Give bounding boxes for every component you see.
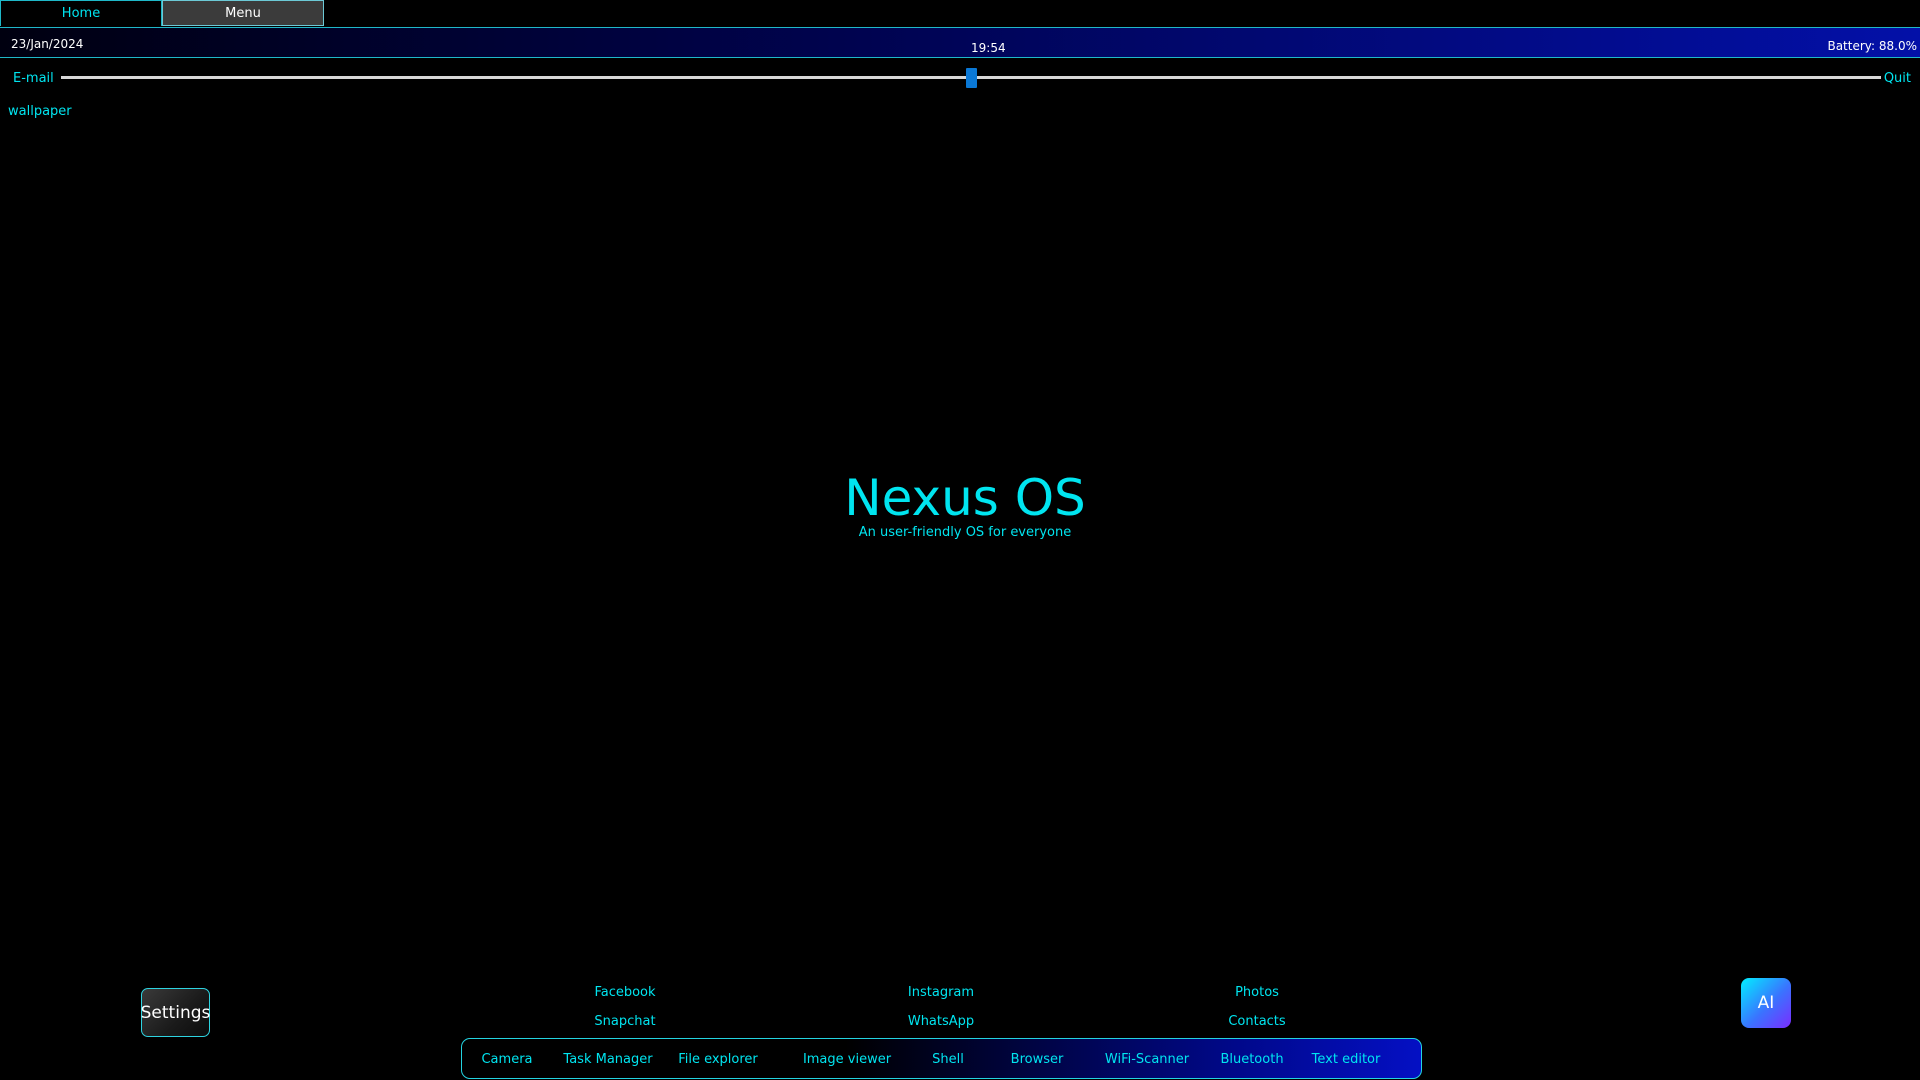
status-time: 19:54 <box>971 41 1006 55</box>
dock-item-browser[interactable]: Browser <box>1011 1052 1064 1067</box>
app-dock: Camera Task Manager File explorer Image … <box>461 1038 1422 1079</box>
snapchat-link[interactable]: Snapchat <box>594 1014 655 1029</box>
dock-item-text-editor[interactable]: Text editor <box>1312 1052 1381 1067</box>
os-subtitle: An user-friendly OS for everyone <box>858 525 1072 540</box>
dock-item-task-manager[interactable]: Task Manager <box>563 1052 652 1067</box>
dock-item-bluetooth[interactable]: Bluetooth <box>1220 1052 1283 1067</box>
desktop-screen: Home Menu 23/Jan/2024 19:54 Battery: 88.… <box>0 0 1920 1080</box>
wallpaper-link[interactable]: wallpaper <box>8 104 72 119</box>
facebook-link[interactable]: Facebook <box>594 985 655 1000</box>
quit-link[interactable]: Quit <box>1884 71 1911 86</box>
instagram-link[interactable]: Instagram <box>908 985 974 1000</box>
status-date: 23/Jan/2024 <box>11 37 84 51</box>
photos-link[interactable]: Photos <box>1235 985 1279 1000</box>
email-link[interactable]: E-mail <box>13 71 54 86</box>
slider-thumb[interactable] <box>965 68 977 88</box>
tab-menu[interactable]: Menu <box>162 0 324 26</box>
status-battery: Battery: 88.0% <box>1827 39 1917 53</box>
hero: Nexus OS An user-friendly OS for everyon… <box>0 468 1920 540</box>
settings-button[interactable]: Settings <box>141 988 210 1037</box>
dock-item-image-viewer[interactable]: Image viewer <box>803 1052 891 1067</box>
dock-item-shell[interactable]: Shell <box>932 1052 964 1067</box>
os-title: Nexus OS <box>844 469 1086 527</box>
dock-item-file-explorer[interactable]: File explorer <box>678 1052 758 1067</box>
tab-home[interactable]: Home <box>0 0 162 26</box>
dock-item-wifi-scanner[interactable]: WiFi-Scanner <box>1105 1052 1189 1067</box>
contacts-link[interactable]: Contacts <box>1228 1014 1285 1029</box>
tab-bar: Home Menu <box>0 0 1920 28</box>
ai-button[interactable]: AI <box>1741 978 1791 1028</box>
status-bar: 23/Jan/2024 19:54 Battery: 88.0% <box>0 28 1920 58</box>
whatsapp-link[interactable]: WhatsApp <box>908 1014 974 1029</box>
dock-item-camera[interactable]: Camera <box>481 1052 532 1067</box>
